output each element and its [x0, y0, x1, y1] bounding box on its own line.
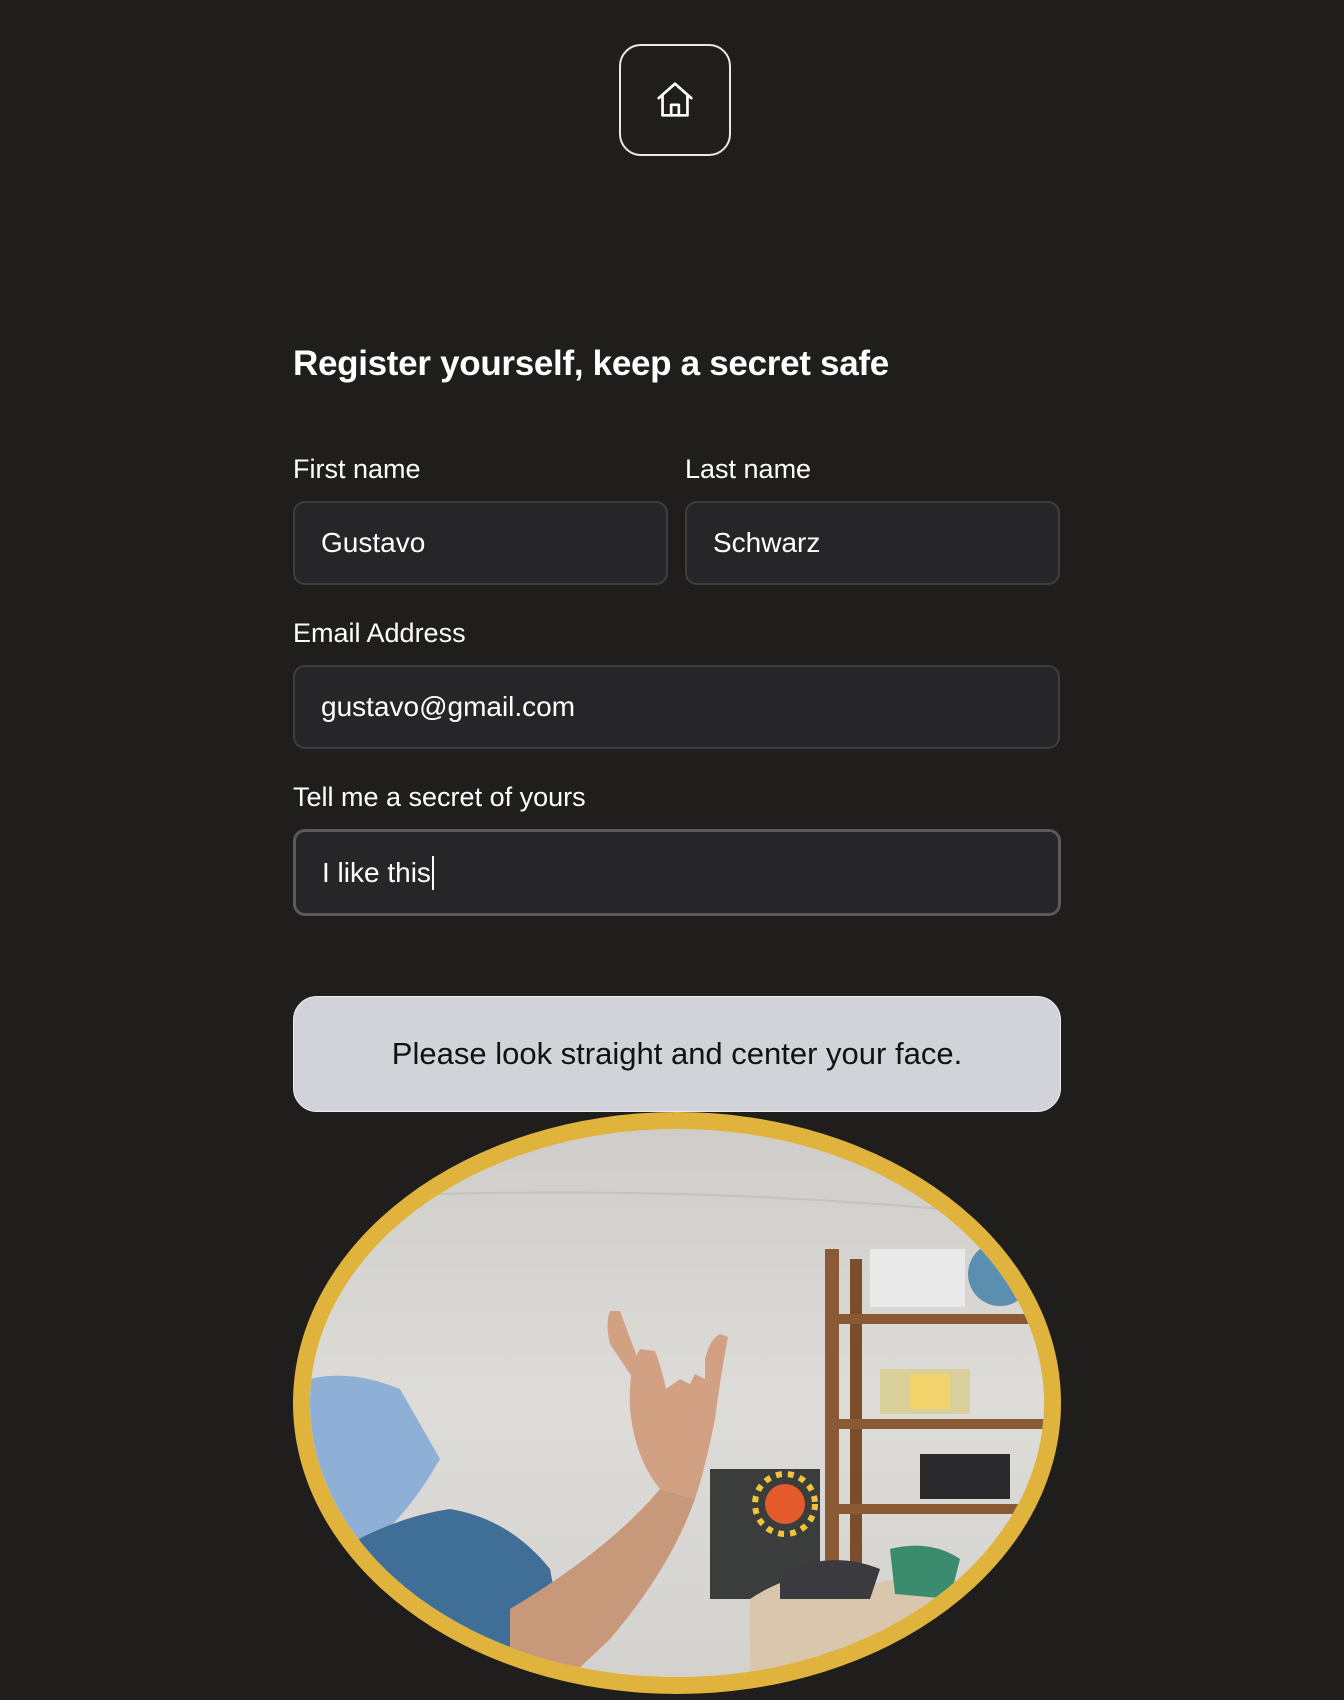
secret-label: Tell me a secret of yours [293, 782, 586, 812]
email-input[interactable]: gustavo@gmail.com [293, 665, 1060, 749]
secret-input[interactable]: I like this [293, 829, 1061, 916]
email-group: Email Address gustavo@gmail.com [293, 616, 1060, 749]
text-caret [431, 855, 434, 890]
home-icon [657, 82, 693, 117]
last-name-label: Last name [685, 454, 812, 484]
first-name-group: First name Gustavo [293, 452, 668, 585]
email-label: Email Address [293, 618, 466, 648]
last-name-value: Schwarz [713, 527, 821, 558]
camera-feed-image [310, 1129, 1044, 1677]
secret-group: Tell me a secret of yours I like this [293, 780, 1061, 916]
first-name-input[interactable]: Gustavo [293, 501, 668, 585]
last-name-group: Last name Schwarz [685, 452, 1060, 585]
first-name-value: Gustavo [321, 527, 426, 558]
camera-preview [293, 1112, 1061, 1694]
registration-form: Register yourself, keep a secret safe [293, 340, 1061, 388]
first-name-label: First name [293, 454, 421, 484]
last-name-input[interactable]: Schwarz [685, 501, 1060, 585]
email-value: gustavo@gmail.com [321, 691, 576, 722]
registration-page: Register yourself, keep a secret safe Fi… [0, 0, 1344, 1700]
page-title: Register yourself, keep a secret safe [293, 344, 889, 383]
status-text: Please look straight and center your fac… [391, 1036, 963, 1071]
home-button[interactable] [619, 44, 731, 156]
secret-value: I like this [322, 856, 431, 888]
face-status-message: Please look straight and center your fac… [293, 996, 1061, 1112]
